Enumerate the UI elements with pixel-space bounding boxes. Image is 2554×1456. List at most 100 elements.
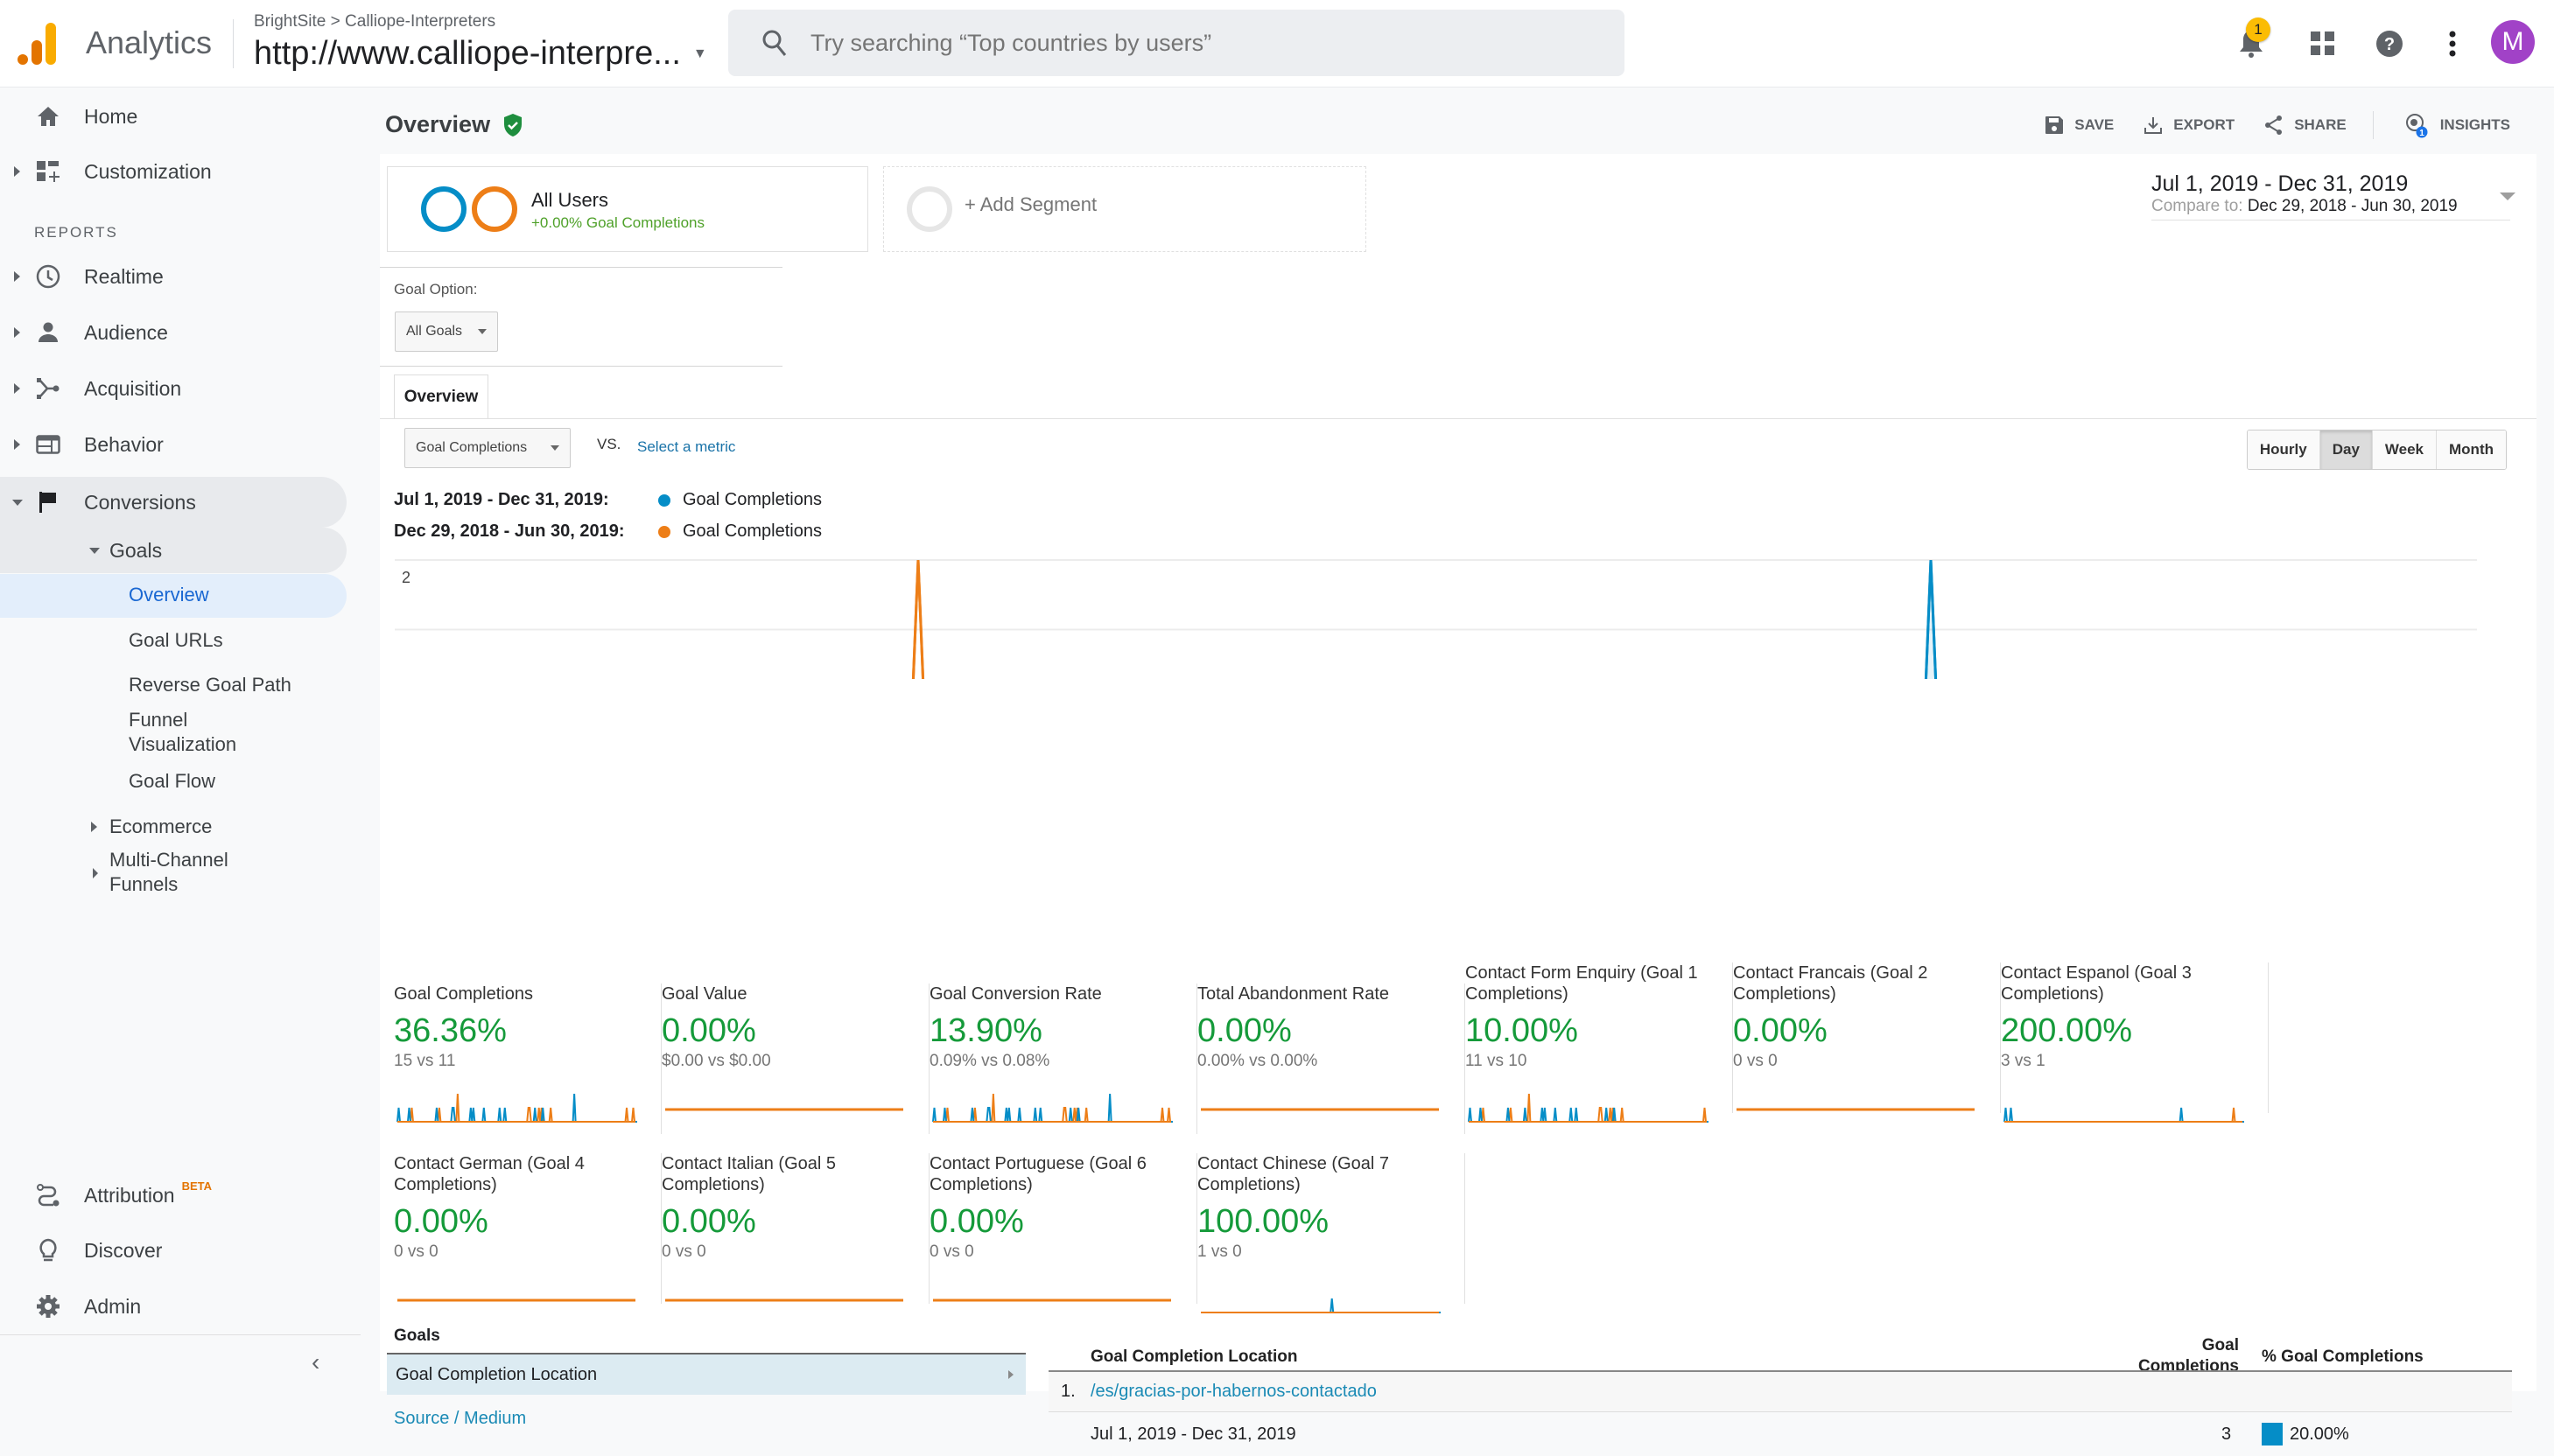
sparkline-compare [1469, 1093, 1709, 1123]
sparkline [932, 1093, 1173, 1123]
scorecard-compare: 3 vs 1 [2001, 1052, 2045, 1070]
scorecard-compare: 0 vs 0 [394, 1242, 439, 1261]
collapse-sidebar-button[interactable]: ‹ [312, 1348, 319, 1376]
scorecard-5[interactable]: Contact Francais (Goal 2 Completions) 0.0… [1733, 962, 2001, 1113]
scorecard-title: Contact Form Enquiry (Goal 1 Completions… [1465, 963, 1698, 1004]
more-vert-icon [2449, 31, 2456, 57]
scorecard-compare: 0.00% vs 0.00% [1197, 1052, 1318, 1070]
attribution-label: Attribution BETA [84, 1179, 212, 1207]
scorecard-4[interactable]: Contact Form Enquiry (Goal 1 Completions… [1465, 962, 1733, 1123]
sidebar-item-goals-overview[interactable]: Overview [129, 583, 209, 607]
sidebar-item-multi-channel-funnels[interactable]: Multi-Channel Funnels [109, 848, 267, 897]
notification-badge: 1 [2246, 18, 2270, 42]
goal-completion-location-item[interactable]: Goal Completion Location [387, 1353, 1026, 1395]
search-icon [762, 30, 787, 56]
y-tick-label: 2 [402, 569, 410, 586]
chevron-right-icon [1008, 1370, 1014, 1379]
scorecard-change: 13.90% [930, 1012, 1042, 1049]
series-line [1924, 559, 1938, 679]
scorecard-8[interactable]: Contact Italian (Goal 5 Completions) 0.00… [662, 1153, 930, 1304]
column-header-pct[interactable]: % Goal Completions [2262, 1348, 2424, 1367]
sparkline [1468, 1093, 1709, 1123]
sparkline-current [1201, 1298, 1441, 1313]
scorecard-7[interactable]: Contact German (Goal 4 Completions) 0.00%… [394, 1153, 662, 1304]
person-icon [35, 319, 61, 346]
sparkline [396, 1093, 637, 1123]
column-header-location[interactable]: Goal Completion Location [1091, 1348, 1297, 1367]
scorecard-2[interactable]: Goal Conversion Rate 13.90% 0.09% vs 0.08% [930, 984, 1197, 1134]
sparkline-current [2003, 1107, 2244, 1123]
pct-value: 20.00% [2290, 1424, 2349, 1444]
scorecard-change: 0.00% [1197, 1012, 1292, 1049]
insights-button[interactable]: 1 INSIGHTS [2403, 112, 2510, 138]
scorecard-title: Contact Francais (Goal 2 Completions) [1733, 963, 1928, 1004]
gear-icon [35, 1293, 61, 1320]
scorecard-title: Contact German (Goal 4 Completions) [394, 1154, 585, 1194]
save-button[interactable]: SAVE [2045, 116, 2114, 135]
search-bar[interactable] [728, 10, 1624, 76]
flag-icon [35, 489, 61, 515]
main-content: Overview SAVE EXPORT SHARE 1 INSIGHTS Al… [368, 88, 2536, 1446]
scorecard-title: Goal Conversion Rate [930, 984, 1102, 1004]
customization-icon [35, 158, 61, 185]
scorecard-compare: $0.00 vs $0.00 [662, 1052, 771, 1070]
table-row: 1. /es/gracias-por-habernos-contactado [1049, 1370, 2512, 1412]
top-bar: Analytics BrightSite > Calliope-Interpre… [0, 0, 2554, 88]
account-avatar[interactable]: M [2491, 20, 2535, 64]
behavior-icon [35, 431, 61, 458]
beta-badge: BETA [181, 1179, 212, 1193]
expand-arrow-icon [14, 271, 20, 282]
help-button[interactable]: ? [2370, 24, 2409, 63]
location-link[interactable]: /es/gracias-por-habernos-contactado [1091, 1382, 1377, 1402]
sidebar-item-funnel-visualization[interactable]: Funnel Visualization [129, 708, 251, 757]
svg-text:?: ? [2384, 35, 2395, 54]
sparkline [933, 1298, 1171, 1302]
scorecard-change: 0.00% [394, 1203, 488, 1240]
account-breadcrumb[interactable]: BrightSite > Calliope-Interpreters [254, 12, 495, 32]
scorecard-compare: 0.09% vs 0.08% [930, 1052, 1050, 1070]
sparkline [1201, 1108, 1439, 1111]
pct-bar [2262, 1423, 2283, 1446]
scorecard-title: Total Abandonment Rate [1197, 984, 1390, 1004]
scorecard-3[interactable]: Total Abandonment Rate 0.00% 0.00% vs 0.00… [1197, 984, 1465, 1134]
analytics-logo-icon [18, 23, 56, 65]
source-medium-link[interactable]: Source / Medium [394, 1409, 526, 1429]
sidebar: Home Customization REPORTS Realtime Audi… [0, 88, 368, 1391]
apps-button[interactable] [2304, 24, 2342, 63]
sidebar-item-reverse-goal-path[interactable]: Reverse Goal Path [129, 673, 291, 697]
export-button[interactable]: EXPORT [2144, 116, 2235, 135]
share-icon [2265, 116, 2283, 135]
sidebar-item-goal-urls[interactable]: Goal URLs [129, 628, 223, 653]
scorecard-title: Contact Portuguese (Goal 6 Completions) [930, 1154, 1147, 1194]
scorecard-change: 36.36% [394, 1012, 507, 1049]
scorecard-1[interactable]: Goal Value 0.00% $0.00 vs $0.00 [662, 984, 930, 1134]
sparkline [1737, 1108, 1975, 1111]
share-button[interactable]: SHARE [2264, 115, 2347, 136]
divider [233, 19, 234, 68]
sidebar-item-goal-flow[interactable]: Goal Flow [129, 769, 215, 794]
scorecard-0[interactable]: Goal Completions 36.36% 15 vs 11 [394, 984, 662, 1134]
chevron-down-icon: ▼ [692, 46, 707, 61]
scorecard-compare: 0 vs 0 [662, 1242, 706, 1261]
lightbulb-icon [35, 1237, 61, 1264]
scorecard-change: 0.00% [662, 1012, 756, 1049]
property-selector[interactable]: http://www.calliope-interpre... ▼ [254, 35, 707, 73]
goals-heading: Goals [394, 1326, 440, 1345]
collapse-arrow-icon [89, 547, 100, 554]
acquisition-icon [35, 375, 61, 402]
scorecard-6[interactable]: Contact Espanol (Goal 3 Completions) 200.… [2001, 962, 2269, 1123]
scorecard-9[interactable]: Contact Portuguese (Goal 6 Completions) 0… [930, 1153, 1197, 1304]
more-options-button[interactable] [2433, 24, 2472, 63]
scorecard-change: 10.00% [1465, 1012, 1578, 1049]
scorecard-10[interactable]: Contact Chinese (Goal 7 Completions) 100.… [1197, 1153, 1465, 1313]
sparkline-compare [2004, 1107, 2244, 1123]
expand-arrow-icon [91, 822, 97, 832]
scorecard-change: 0.00% [1733, 1012, 1828, 1049]
scorecard-title: Contact Italian (Goal 5 Completions) [662, 1154, 836, 1194]
goal-completions-chart[interactable]: 12August 2019September 2019October 2019N… [380, 154, 2536, 679]
search-input[interactable] [810, 29, 1511, 57]
clock-icon [35, 263, 61, 290]
expand-arrow-icon [14, 439, 20, 450]
sparkline [665, 1108, 903, 1111]
series-line [911, 559, 925, 679]
